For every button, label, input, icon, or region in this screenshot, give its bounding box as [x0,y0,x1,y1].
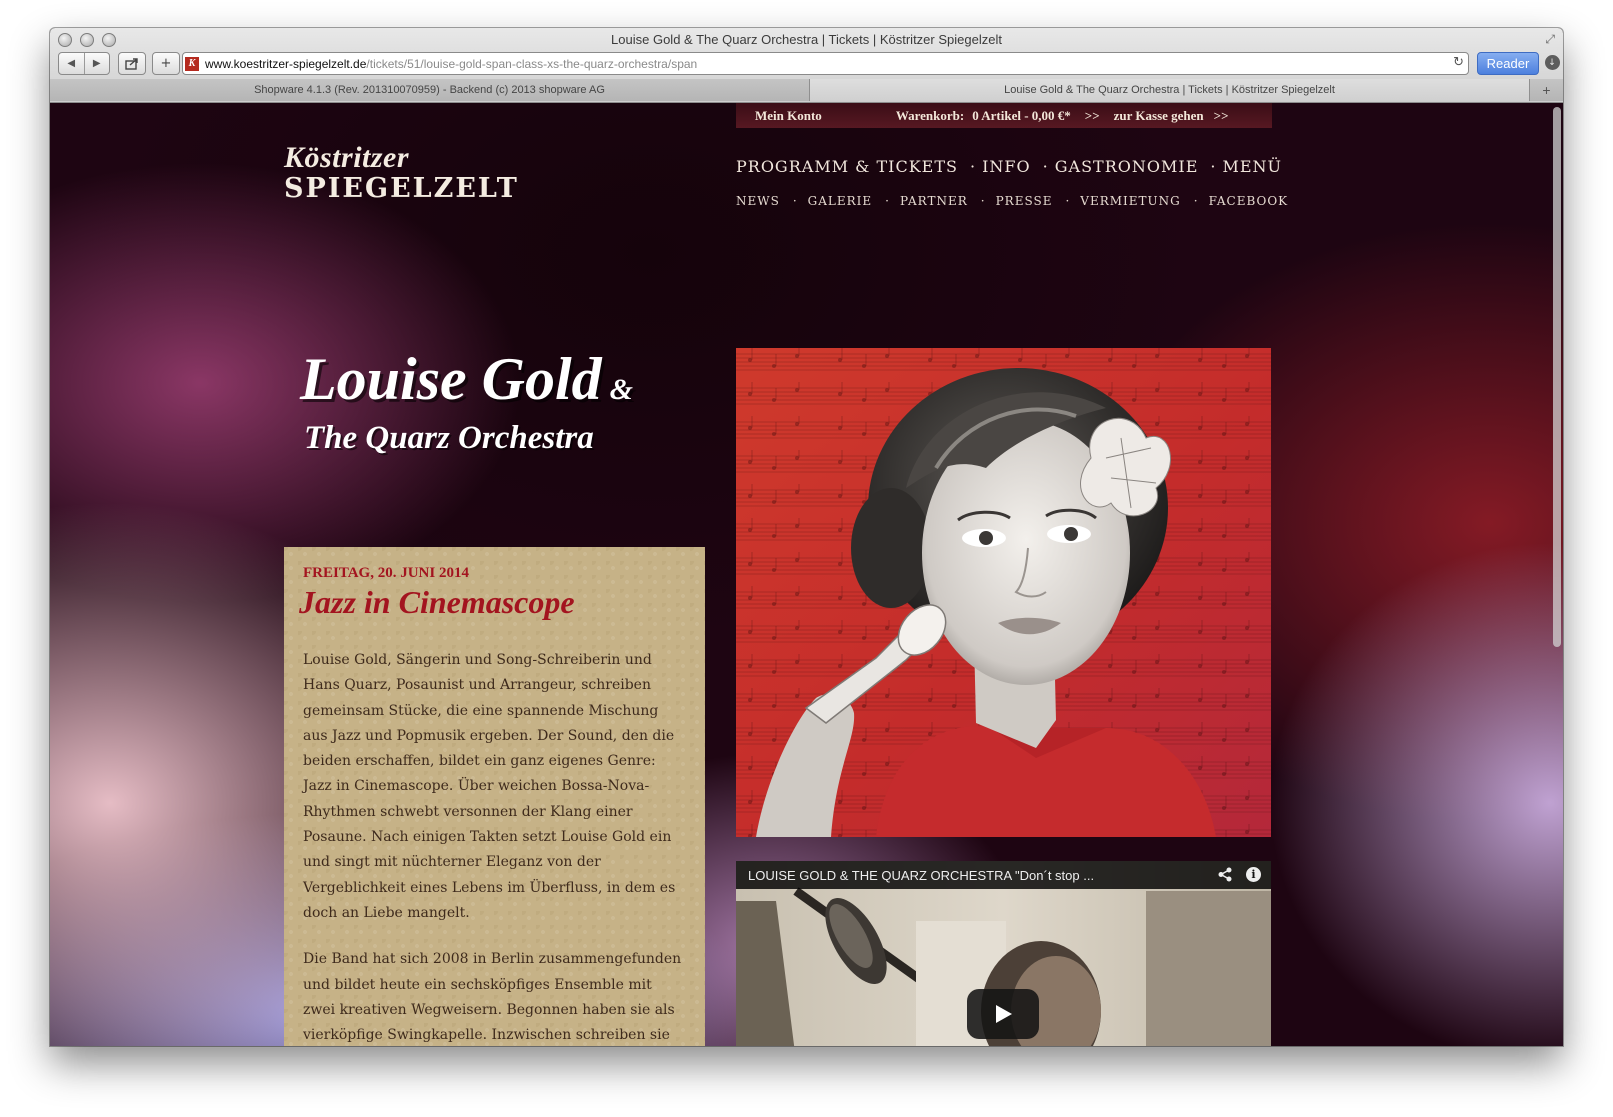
headline-artist: Louise Gold [300,346,602,412]
plus-icon: + [160,56,172,71]
scrollbar[interactable] [1553,107,1561,647]
event-subtitle: Jazz in Cinemascope [299,584,575,620]
nav-separator: · [1065,194,1071,208]
subnav-presse[interactable]: PRESSE [996,194,1053,208]
checkout-link[interactable]: zur Kasse gehen [1114,108,1204,124]
fullscreen-icon[interactable]: ⤢ [1545,32,1555,47]
subnav-vermietung[interactable]: VERMIETUNG [1080,194,1180,208]
info-icon[interactable]: i [1246,867,1261,882]
site-favicon-icon: K [185,56,199,71]
subnav-partner[interactable]: PARTNER [900,194,968,208]
logo-script: Köstritzer [284,141,410,174]
arrow-icon: >> [1084,107,1100,123]
arrow-icon: >> [1213,107,1229,123]
main-navigation: PROGRAMM & TICKETS · INFO · GASTRONOMIE … [736,157,1282,176]
video-actions: i [1218,867,1261,885]
nav-separator: · [1193,194,1199,208]
play-icon [996,1005,1012,1023]
nav-separator: · [1210,157,1217,176]
web-page: Mein Konto Warenkorb: 0 Artikel - 0,00 €… [50,103,1563,1046]
nav-separator: · [980,194,986,208]
url-domain: www.koestritzer-spiegelzelt.de [205,56,367,71]
site-logo[interactable]: Köstritzer SPIEGELZELT [284,141,519,204]
logo-main: SPIEGELZELT [284,173,519,204]
artist-photo [736,348,1271,837]
video-title[interactable]: LOUISE GOLD & THE QUARZ ORCHESTRA "Don´t… [748,868,1094,883]
share-icon[interactable] [1218,867,1232,885]
headline-line2: The Quarz Orchestra [304,420,594,456]
nav-separator: · [970,157,977,176]
forward-button[interactable]: ▶ [83,53,110,74]
browser-chrome: Louise Gold & The Quarz Orchestra | Tick… [50,28,1563,103]
account-bar: Mein Konto Warenkorb: 0 Artikel - 0,00 €… [736,103,1272,128]
nav-separator: · [885,194,890,208]
new-tab-icon[interactable]: + [1529,79,1563,101]
tab-bar: Shopware 4.1.3 (Rev. 201310070959) - Bac… [50,79,1563,101]
my-account-link[interactable]: Mein Konto [755,108,822,124]
subnav-galerie[interactable]: GALERIE [808,194,873,208]
play-button[interactable] [967,989,1039,1039]
url-path: /tickets/51/louise-gold-span-class-xs-th… [366,56,698,71]
nav-programm-tickets[interactable]: PROGRAMM & TICKETS [736,157,958,176]
video-player[interactable]: LOUISE GOLD & THE QUARZ ORCHESTRA "Don´t… [736,861,1271,1046]
history-nav: ◀ ▶ [58,52,110,75]
nav-separator: · [1042,157,1049,176]
reload-icon[interactable]: ↻ [1453,55,1464,70]
event-headline: Louise Gold & The Quarz Orchestra [300,345,633,457]
url-text: www.koestritzer-spiegelzelt.de/tickets/5… [205,57,697,71]
nav-info[interactable]: INFO [982,157,1031,176]
event-date: FREITAG, 20. JUNI 2014 [303,565,469,581]
cart-value[interactable]: 0 Artikel - 0,00 €* [972,108,1071,124]
cart-label[interactable]: Warenkorb: [896,108,964,124]
reader-button[interactable]: Reader [1477,52,1539,75]
event-description-paragraph: Louise Gold, Sängerin und Song-Schreiber… [303,652,676,921]
browser-window: Louise Gold & The Quarz Orchestra | Tick… [50,28,1563,1046]
share-icon [125,57,138,70]
subnav-facebook[interactable]: FACEBOOK [1209,194,1289,208]
nav-separator: · [792,194,798,208]
subnav-news[interactable]: NEWS [736,194,780,208]
share-button[interactable] [118,52,146,75]
headline-line1: Louise Gold & [300,345,633,414]
video-title-bar: LOUISE GOLD & THE QUARZ ORCHESTRA "Don´t… [736,861,1271,889]
window-title: Louise Gold & The Quarz Orchestra | Tick… [611,32,1002,47]
back-button[interactable]: ◀ [59,53,84,74]
downloads-button[interactable]: ↓ [1542,52,1562,73]
nav-gastronomie[interactable]: GASTRONOMIE [1055,157,1199,176]
artist-portrait-image [736,348,1271,837]
nav-menu[interactable]: MENÜ [1222,157,1282,176]
download-icon: ↓ [1544,55,1560,70]
event-description-paragraph: Die Band hat sich 2008 in Berlin zusamme… [303,951,682,1044]
tab-shopware[interactable]: Shopware 4.1.3 (Rev. 201310070959) - Bac… [50,79,810,101]
sub-navigation: NEWS · GALERIE · PARTNER · PRESSE · VERM… [736,194,1288,208]
event-info-box: FREITAG, 20. JUNI 2014 Jazz in Cinemasco… [284,547,705,1046]
add-bookmark-button[interactable]: + [152,52,180,75]
headline-ampersand: & [609,373,634,406]
tab-spiegelzelt[interactable]: Louise Gold & The Quarz Orchestra | Tick… [810,79,1530,101]
address-bar[interactable]: K www.koestritzer-spiegelzelt.de/tickets… [182,52,1469,75]
